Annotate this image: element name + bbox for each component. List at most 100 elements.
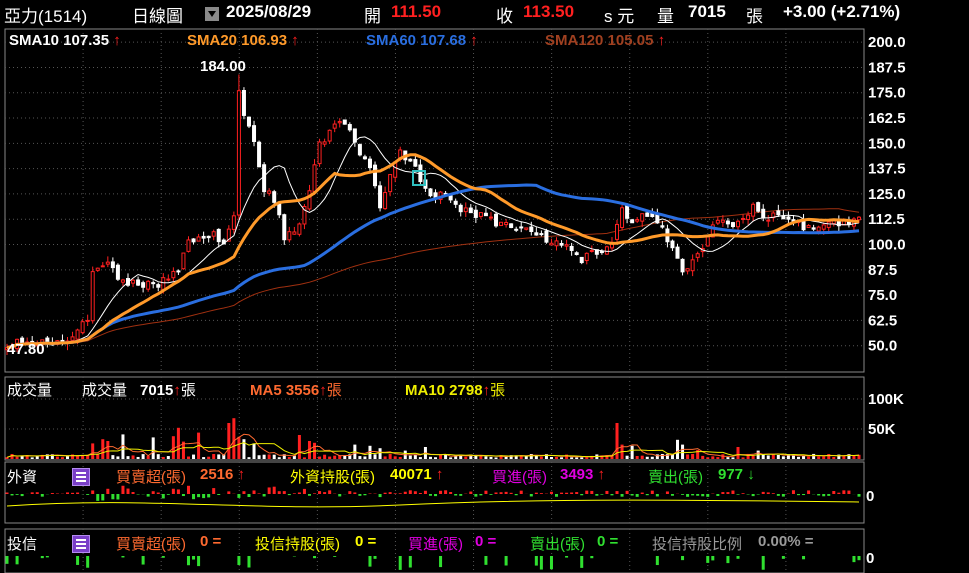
foreign-net-bar [459,494,463,496]
trust-sell-label: 賣出(張) [530,536,585,553]
foreign-net-bar [469,491,473,494]
foreign-net-bar [771,493,775,494]
foreign-net-bar [751,494,755,497]
volume-bar [378,448,382,459]
foreign-net-bar [313,493,317,494]
volume-bar [297,435,301,459]
trust-list-icon[interactable] [72,535,90,553]
volume-bar [141,454,145,459]
foreign-net-bar [418,492,422,494]
foreign-net-bar [131,492,135,494]
candle-body [332,123,337,129]
foreign-net-bar [282,491,286,494]
foreign-net-bar [116,494,120,500]
trust-net-bar [76,556,80,565]
candle-body [186,239,191,252]
candle-body [317,141,322,165]
foreign-net-bar [444,490,448,494]
volume-bar [791,455,795,459]
foreign-net-bar [670,494,674,496]
trust-net-bar [565,556,569,558]
legend-sma60: SMA60 107.68 ↑ [366,32,478,49]
volume-bar [373,454,377,459]
candle-body [388,174,393,193]
candle-body [120,279,125,283]
volume-bar [86,455,90,459]
foreign-net-bar [439,490,443,494]
volume-bar [146,455,150,459]
trust-net-bar [580,556,584,568]
volume-bar [202,457,206,459]
foreign-net-bar [15,494,19,495]
volume-bar [731,457,735,459]
candle-body [544,230,549,243]
foreign-net-bar [555,494,559,497]
foreign-net-bar [171,488,175,494]
candle-body [378,185,383,209]
foreign-net-bar [408,490,412,494]
volume-bar [635,456,639,459]
foreign-net-bar [156,492,160,494]
volume-ma5: MA5 3556↑張 [250,382,342,399]
candle-body [146,280,151,290]
foreign-net-bar [86,494,90,495]
candle-body [615,223,620,240]
foreign-net-bar [539,493,543,494]
price-tick-label: 187.5 [868,59,906,76]
candle-body [725,220,730,225]
foreign-net-bar [832,491,836,494]
foreign-net-bar [106,488,110,494]
foreign-hold-value: 40071 ↑ [390,466,444,483]
candle-body [685,268,690,272]
foreign-net-bar [822,494,826,497]
volume-legend-value: 7015↑張 [140,382,196,399]
volume-bar [247,457,251,459]
volume-bar [580,457,584,459]
sma20-path [6,153,860,350]
candle-body [95,267,100,271]
foreign-hold-label: 外資持股(張) [290,469,375,486]
volume-bar [711,456,715,459]
legend-sma20: SMA20 106.93 ↑ [187,32,299,49]
candle-body [463,207,468,213]
foreign-sell-value: 977 ↓ [718,466,755,483]
volume-bar [186,456,190,459]
candle-body [156,284,161,288]
volume-bar [645,456,649,459]
foreign-list-icon[interactable] [72,468,90,486]
volume-bar [807,456,811,459]
trust-net-bar [857,556,861,561]
volume-bar [766,455,770,459]
price-tick-label: 75.0 [868,287,897,304]
foreign-net-bar [403,491,407,494]
candle-body [564,244,569,247]
volume-tick-label: 50K [868,421,896,438]
volume-bar [287,456,291,459]
volume-bar [751,455,755,459]
foreign-net-bar [796,494,801,496]
foreign-net-bar [665,491,669,494]
volume-bar [212,454,216,459]
volume-bar [842,456,846,459]
trust-net-bar [86,556,90,568]
foreign-net-bar [580,494,584,496]
volume-bar [408,455,412,459]
volume-bar [625,455,629,459]
foreign-net-bar [610,494,614,496]
foreign-net-bar [519,490,523,494]
foreign-net-bar [529,494,533,497]
volume-bar [439,455,443,459]
foreign-net-bar [161,494,165,499]
foreign-net-bar [741,493,745,494]
trust-sell-value: 0 = [597,533,619,550]
foreign-net-bar [615,491,619,494]
candle-body [741,217,746,220]
trust-net-bar [237,556,241,565]
candle-body [539,233,544,236]
trust-net-bar [726,556,730,564]
volume-bar [328,456,332,459]
volume-bar [30,457,34,459]
foreign-net-bar [776,494,780,496]
candle-body [675,246,680,259]
candle-body [236,90,241,216]
